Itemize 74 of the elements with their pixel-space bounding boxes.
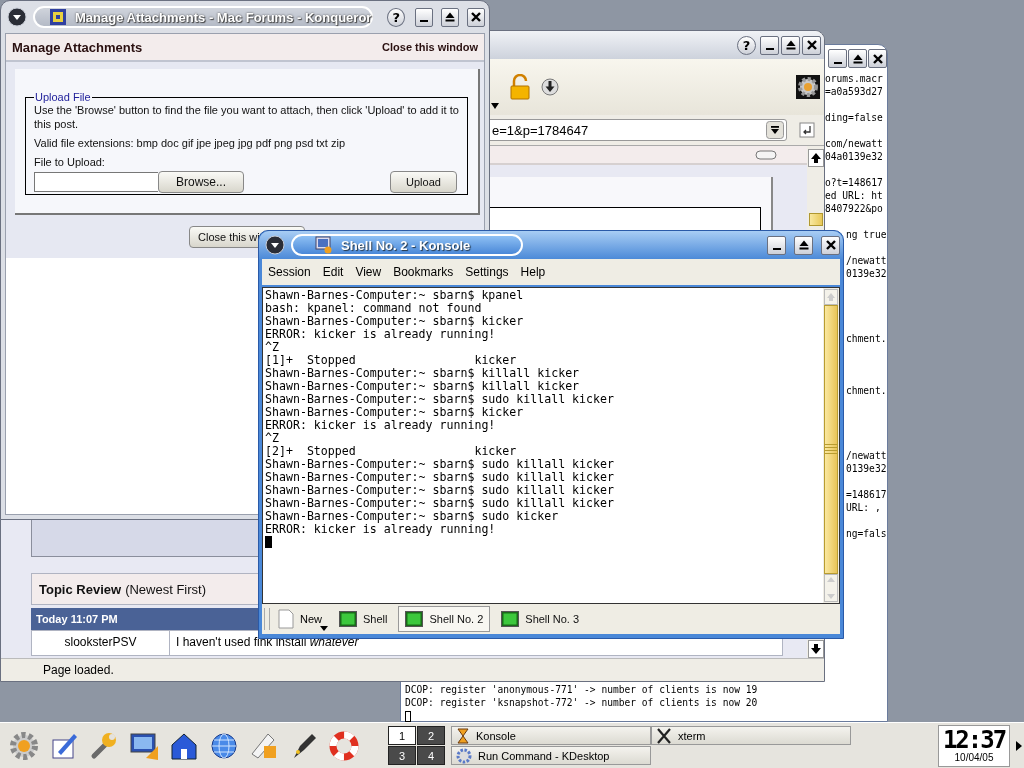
terminal-line: Shawn-Barnes-Computer:~ sbarn$ sudo kicker xyxy=(265,510,560,523)
terminal-line: 04a0139e32 xyxy=(825,150,883,163)
terminal-line: =a0a593d27 xyxy=(825,85,883,98)
terminal-line: 8407922&po xyxy=(825,202,883,215)
window-title: Shell No. 2 - Konsole xyxy=(341,237,471,253)
table-cell: slooksterPSV xyxy=(32,631,170,655)
clock[interactable]: 12:37 10/04/05 xyxy=(938,724,1010,767)
task-button[interactable]: Run Command - KDesktop xyxy=(451,746,651,765)
terminal-line: chment. xyxy=(846,332,887,345)
menu-item[interactable]: View xyxy=(355,265,382,279)
terminal-line: /newatt xyxy=(846,449,887,462)
terminal-line: o?t=148617 xyxy=(825,176,883,189)
terminal-line: Shawn-Barnes-Computer:~ sbarn$ killall kicker xyxy=(265,367,581,380)
desktop-pager-cell[interactable]: 2 xyxy=(417,726,445,745)
help-button[interactable]: ? xyxy=(387,7,406,27)
terminal-line: Shawn-Barnes-Computer:~ sbarn$ sudo killall kicker xyxy=(265,471,615,484)
new-session-button[interactable]: New xyxy=(276,605,328,633)
help-button[interactable]: ? xyxy=(737,35,756,55)
terminal-line: Shawn-Barnes-Computer:~ sbarn$ sudo killall kicker xyxy=(265,458,615,471)
terminal-line: Shawn-Barnes-Computer:~ sbarn$ sudo killall kicker xyxy=(265,484,615,497)
clock-time: 12:37 xyxy=(942,728,1006,752)
terminal-line: Shawn-Barnes-Computer:~ sbarn$ sudo killall kicker xyxy=(265,497,615,510)
terminal-line: ERROR: kicker is already running! xyxy=(265,419,497,432)
terminal-line: DCOP: register 'ksnapshot-772' -> number of clients is now 20 xyxy=(405,696,758,709)
terminal-line: ng=fals xyxy=(846,527,887,540)
terminal-line: ERROR: kicker is already running! xyxy=(265,523,497,536)
menu-item[interactable]: Settings xyxy=(465,265,509,279)
task-button[interactable]: xterm xyxy=(651,726,851,745)
menu-item[interactable]: Edit xyxy=(322,265,344,279)
terminal-line: orums.macr xyxy=(825,72,883,85)
browse-button[interactable]: Browse... xyxy=(158,171,244,193)
post-date: Today 11:07 PM xyxy=(36,613,118,625)
terminal-line: URL: , xyxy=(846,501,881,514)
session-tab[interactable]: Shell No. 2 xyxy=(398,606,491,632)
terminal-line: ERROR: kicker is already running! xyxy=(265,328,497,341)
clock-date: 10/04/05 xyxy=(954,752,994,763)
terminal-line: chment. xyxy=(846,384,887,397)
status-text: Page loaded. xyxy=(43,663,114,677)
terminal-line: com/newatt xyxy=(825,137,883,150)
terminal-line: ding=false xyxy=(825,111,883,124)
terminal-line: Shawn-Barnes-Computer:~ sbarn$ killall kicker xyxy=(265,380,581,393)
terminal-line: =148617 xyxy=(846,488,887,501)
terminal-line: [2]+ Stopped kicker xyxy=(265,445,518,458)
desktop-pager-cell[interactable]: 4 xyxy=(417,746,445,765)
section-note: (Newest First) xyxy=(125,581,206,597)
fieldset-legend: Upload File xyxy=(34,91,92,103)
close-window-link[interactable]: Close this window xyxy=(382,41,478,53)
page-title: Manage Attachments xyxy=(12,39,143,55)
terminal-line: bash: kpanel: command not found xyxy=(265,302,482,315)
window-title: Manage Attachments - Mac Forums - Konqueror xyxy=(75,9,372,25)
section-title: Topic Review xyxy=(39,581,122,597)
terminal-line: Shawn-Barnes-Computer:~ sbarn$ kicker xyxy=(265,406,525,419)
terminal-line: ^Z xyxy=(265,432,280,445)
terminal-line: [1]+ Stopped kicker xyxy=(265,354,518,367)
terminal-line: Shawn-Barnes-Computer:~ sbarn$ kpanel xyxy=(265,289,525,302)
terminal-line: Shawn-Barnes-Computer:~ sbarn$ sudo killall kicker xyxy=(265,393,615,406)
task-button[interactable]: Konsole xyxy=(451,726,651,745)
session-tab[interactable]: Shell No. 3 xyxy=(494,606,587,632)
terminal-line: /newatt xyxy=(846,254,887,267)
terminal-line: Shawn-Barnes-Computer:~ sbarn$ kicker xyxy=(265,315,525,328)
terminal-line: ed URL: ht xyxy=(825,189,883,202)
desktop-pager-cell[interactable]: 3 xyxy=(388,746,416,765)
terminal-line: ng true xyxy=(846,228,887,241)
menu-item[interactable]: Help xyxy=(520,265,546,279)
field-label: File to Upload: xyxy=(34,155,106,169)
menu-item[interactable]: Session xyxy=(268,265,311,279)
menu-item[interactable]: Bookmarks xyxy=(393,265,454,279)
terminal-line: 0139e32 xyxy=(846,267,887,280)
terminal-line: DCOP: register 'anonymous-771' -> number of clients is now 19 xyxy=(405,683,758,696)
terminal-line: 0139e32 xyxy=(846,462,887,475)
terminal-line: ^Z xyxy=(265,341,280,354)
session-tab[interactable]: Shell xyxy=(332,606,395,632)
upload-button[interactable]: Upload xyxy=(390,171,457,193)
desktop-pager-cell[interactable]: 1 xyxy=(388,726,416,745)
